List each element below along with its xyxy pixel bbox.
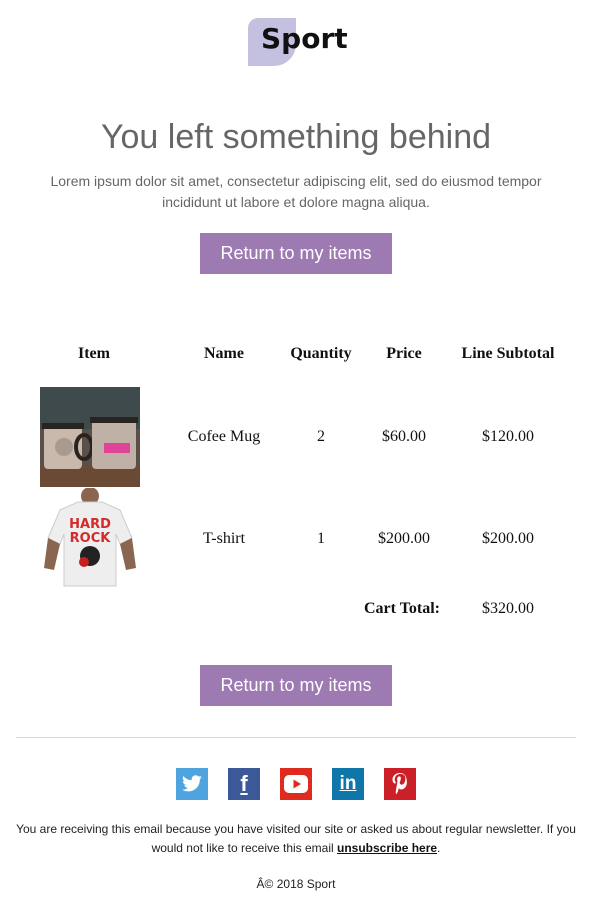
- footer-notice: You are receiving this email because you…: [8, 820, 584, 858]
- item-price: $200.00: [378, 530, 430, 547]
- item-subtotal: $200.00: [482, 530, 534, 547]
- col-header-item: Item: [78, 345, 110, 362]
- footer-text-end: .: [437, 841, 441, 855]
- coffee-mug-image: [40, 387, 140, 487]
- copyright: Â© 2018 Sport: [256, 877, 336, 891]
- unsubscribe-link[interactable]: unsubscribe here: [337, 841, 437, 855]
- pinterest-icon[interactable]: [384, 768, 416, 800]
- svg-text:ROCK: ROCK: [70, 531, 112, 546]
- youtube-icon[interactable]: [280, 768, 312, 800]
- col-header-line-subtotal: Line Subtotal: [461, 345, 555, 362]
- item-quantity: 1: [317, 530, 325, 547]
- twitter-icon[interactable]: [176, 768, 208, 800]
- cart-total-value: $320.00: [482, 600, 534, 617]
- footer-divider: [16, 737, 576, 738]
- linkedin-icon[interactable]: in: [332, 768, 364, 800]
- item-quantity: 2: [317, 428, 325, 445]
- cart-table: Item Name Quantity Price Line Subtotal C…: [0, 0, 592, 640]
- facebook-icon[interactable]: f: [228, 768, 260, 800]
- return-to-items-button-bottom[interactable]: Return to my items: [200, 665, 392, 706]
- item-name: Cofee Mug: [187, 428, 261, 445]
- col-header-quantity: Quantity: [290, 345, 352, 362]
- col-header-name: Name: [204, 345, 244, 362]
- item-subtotal: $120.00: [482, 428, 534, 445]
- item-price: $60.00: [382, 428, 426, 445]
- tshirt-image: HARD ROCK: [40, 488, 140, 588]
- cart-total-label: Cart Total:: [364, 600, 440, 617]
- svg-text:HARD: HARD: [69, 517, 111, 532]
- footer-text: You are receiving this email because you…: [16, 822, 576, 855]
- item-name: T-shirt: [202, 530, 246, 547]
- col-header-price: Price: [386, 345, 422, 362]
